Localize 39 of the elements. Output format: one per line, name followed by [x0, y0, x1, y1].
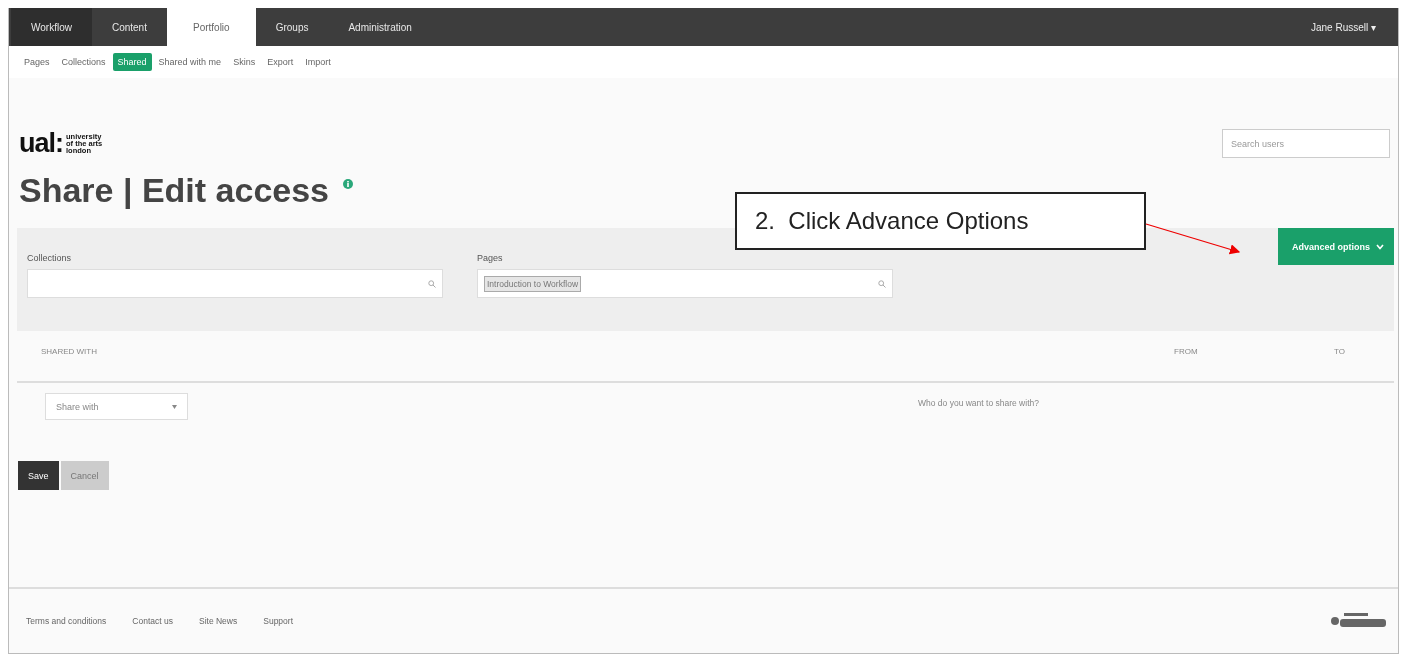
advanced-options-button[interactable]: Advanced options [1278, 228, 1394, 265]
sub-nav-tab[interactable]: Skins [228, 53, 261, 71]
search-field[interactable] [27, 269, 443, 298]
sub-nav-tab[interactable]: Shared [112, 53, 152, 71]
field-label: Collections [27, 253, 73, 263]
caret-icon [172, 404, 177, 409]
nav-tab[interactable]: Workflow [11, 8, 92, 46]
search-icon [428, 279, 436, 288]
sub-nav-tab[interactable]: Import [300, 53, 336, 71]
user-menu[interactable]: Jane Russell ▾ [1310, 8, 1398, 46]
sub-nav-tab[interactable]: Shared with me [153, 53, 227, 71]
search-field[interactable]: Introduction to Workflow [477, 269, 893, 298]
column-header: SHARED WITH [41, 347, 98, 358]
sub-nav-tab[interactable]: Export [262, 53, 299, 71]
selected-tag[interactable]: Introduction to Workflow [484, 275, 582, 292]
nav-tab[interactable]: Groups [255, 8, 329, 46]
dropdown-value: Share with [56, 401, 99, 412]
logo-mark: ual: [19, 128, 63, 159]
column-header: FROM [1174, 347, 1199, 358]
nav-tab[interactable]: Administration [328, 8, 432, 46]
callout-annotation: 2. Click Advance Options [735, 192, 1146, 250]
footer-link[interactable]: Site News [198, 616, 238, 626]
nav-tab[interactable]: Portfolio [166, 8, 256, 46]
search-icon [878, 279, 886, 288]
nav-tab[interactable]: Content [91, 8, 167, 46]
sub-nav-tab[interactable]: Collections [56, 53, 111, 71]
info-icon[interactable] [343, 179, 354, 189]
hint-text: Who do you want to share with? [918, 397, 1039, 408]
column-header: TO [1334, 347, 1346, 358]
field-label: Pages [477, 253, 504, 263]
chevron-down-icon [1376, 243, 1384, 250]
footer-link[interactable]: Contact us [132, 616, 173, 626]
save-button[interactable]: Save [18, 461, 59, 490]
sub-nav-tab[interactable]: Pages [19, 53, 55, 71]
share-with-dropdown[interactable]: Share with [45, 393, 188, 420]
page-title: Share | Edit access [19, 171, 330, 210]
search-field[interactable]: Search users [1222, 129, 1390, 158]
footer-link[interactable]: Terms and conditions [26, 616, 107, 626]
footer-link[interactable]: Support [263, 616, 293, 626]
